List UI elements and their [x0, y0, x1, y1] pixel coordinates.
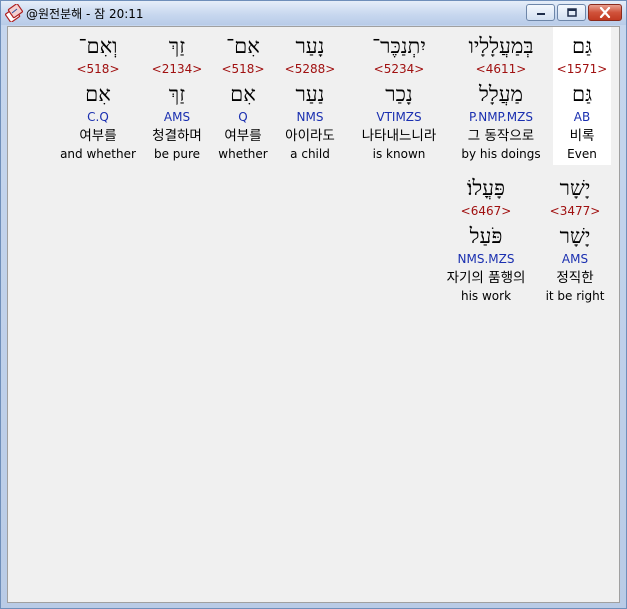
hebrew-lemma: אִם [230, 82, 256, 106]
english-gloss: is known [372, 147, 426, 161]
morph-code: P.NMP.MZS [469, 110, 533, 124]
hebrew-word: זַךְ [168, 34, 186, 58]
strong-number[interactable]: <518> [58, 62, 138, 76]
morph-code: NMS [296, 110, 324, 124]
maximize-button[interactable] [557, 4, 586, 21]
korean-gloss: 여부를 [79, 128, 117, 144]
strong-number[interactable]: <5288> [276, 62, 344, 76]
strong-number[interactable]: <1571> [553, 62, 611, 76]
minimize-icon [536, 12, 545, 15]
strong-number[interactable]: <5234> [351, 62, 447, 76]
morph-code: C.Q [87, 110, 109, 124]
hebrew-word: בְּמַעֲלָלָיו [468, 34, 534, 58]
word-column[interactable]: וְאִם־ <518> אִם C.Q 여부를 and whether [58, 27, 138, 165]
english-gloss: a child [290, 147, 330, 161]
morph-code: AMS [163, 110, 191, 124]
korean-gloss: 여부를 [224, 128, 262, 144]
word-column[interactable]: זַךְ <2134> זַךְ AMS 청결하며 be pure [145, 27, 209, 165]
hebrew-lemma: פֹּעַל [469, 224, 503, 248]
english-gloss: and whether [60, 147, 136, 161]
korean-gloss: 청결하며 [152, 128, 202, 144]
korean-gloss: 비록 [569, 128, 595, 144]
hebrew-word: אִם־ [226, 34, 260, 58]
word-column[interactable]: בְּמַעֲלָלָיו <4611> מַעֲלָל P.NMP.MZS 그… [454, 27, 548, 165]
hebrew-lemma: נַעַר [295, 82, 325, 106]
strong-number[interactable]: <3477> [543, 204, 607, 218]
word-column[interactable]: יִתְנַכֶּר־ <5234> נָכַר VTIMZS 나타내느니라 i… [351, 27, 447, 165]
hebrew-lemma: אִם [85, 82, 111, 106]
close-icon [599, 7, 611, 18]
korean-gloss: 정직한 [556, 270, 594, 286]
hebrew-lemma: גַּם [571, 82, 593, 106]
morph-code: NMS.MZS [457, 252, 515, 266]
morph-code: Q [238, 110, 248, 124]
maximize-icon [566, 7, 577, 17]
english-gloss: be pure [153, 147, 201, 161]
english-gloss: whether [218, 147, 268, 161]
strong-number[interactable]: <2134> [145, 62, 209, 76]
word-column[interactable]: פָּעֳלוֹ׃ <6467> פֹּעַל NMS.MZS 자기의 품행의 … [436, 169, 536, 307]
word-column[interactable]: אִם־ <518> אִם Q 여부를 whether [213, 27, 273, 165]
strong-number[interactable]: <4611> [454, 62, 548, 76]
hebrew-lemma: יָשָׁר [559, 224, 591, 248]
title-bar[interactable]: @원전분해 - 잠 20:11 [1, 1, 626, 25]
korean-gloss: 아이라도 [285, 128, 335, 144]
window-title: @원전분해 - 잠 20:11 [26, 7, 144, 21]
english-gloss: his work [460, 289, 512, 303]
strong-number[interactable]: <518> [213, 62, 273, 76]
hebrew-word: פָּעֳלוֹ׃ [466, 176, 506, 200]
word-column[interactable]: גַּם <1571> גַּם AB 비록 Even [553, 27, 611, 165]
hebrew-lemma: נָכַר [385, 82, 413, 106]
english-gloss: by his doings [461, 147, 541, 161]
korean-gloss: 나타내느니라 [361, 128, 437, 144]
korean-gloss: 자기의 품행의 [446, 270, 526, 286]
english-gloss: Even [567, 147, 597, 161]
morph-code: VTIMZS [376, 110, 422, 124]
word-column[interactable]: נָעַר <5288> נַעַר NMS 아이라도 a child [276, 27, 344, 165]
hebrew-word: גַּם [571, 34, 593, 58]
strong-number[interactable]: <6467> [436, 204, 536, 218]
korean-gloss: 그 동작으로 [467, 128, 535, 144]
close-button[interactable] [588, 4, 622, 21]
english-gloss: it be right [545, 289, 605, 303]
hebrew-word: יִתְנַכֶּר־ [372, 34, 426, 58]
app-window: @원전분해 - 잠 20:11 גַּם <1571> גַּם AB 비록 E… [0, 0, 627, 609]
hebrew-word: וְאִם־ [78, 34, 118, 58]
hebrew-lemma: מַעֲלָל [479, 82, 523, 106]
hebrew-word: יָשָׁר [559, 176, 591, 200]
hebrew-word: נָעַר [295, 34, 325, 58]
hebrew-lemma: זַךְ [168, 82, 186, 106]
morph-code: AMS [561, 252, 589, 266]
minimize-button[interactable] [526, 4, 555, 21]
app-logo-icon[interactable] [5, 3, 23, 23]
morph-code: AB [573, 110, 591, 124]
interlinear-panel[interactable]: גַּם <1571> גַּם AB 비록 Even בְּמַעֲלָלָי… [7, 26, 620, 603]
word-column[interactable]: יָשָׁר <3477> יָשָׁר AMS 정직한 it be right [543, 169, 607, 307]
